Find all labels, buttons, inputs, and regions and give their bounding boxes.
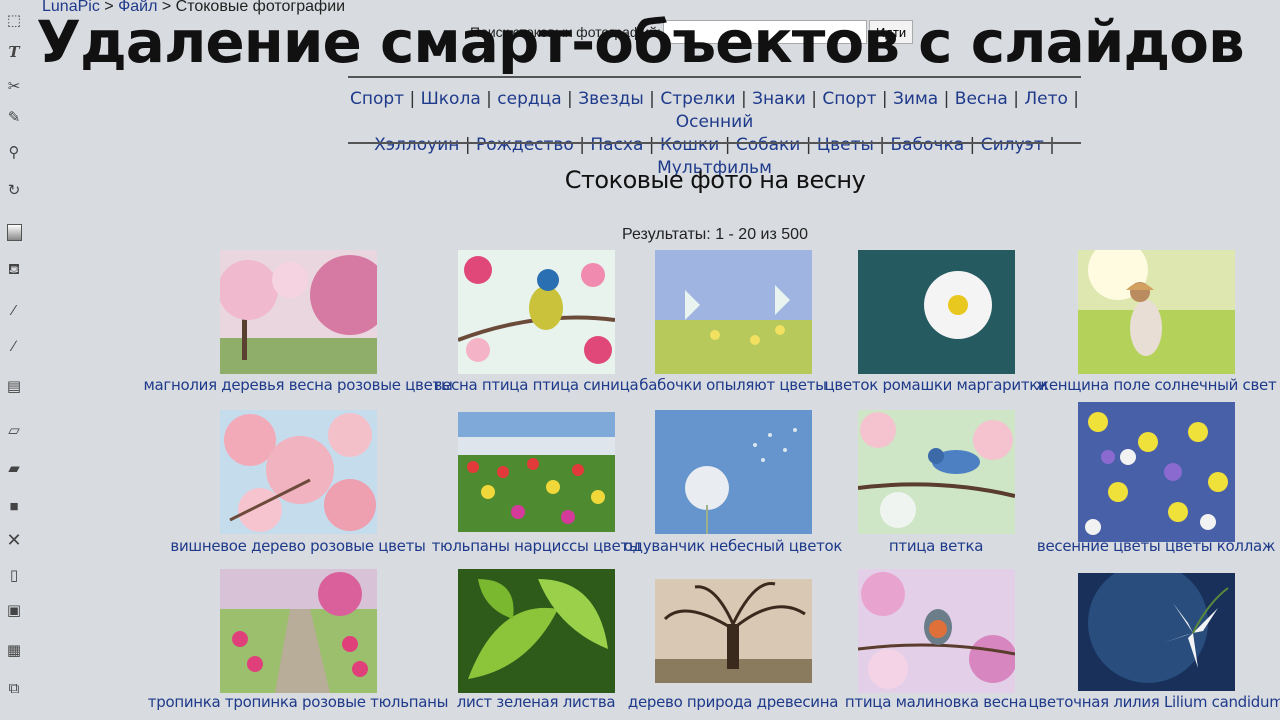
photo-thumbnail[interactable] (220, 250, 377, 374)
photo-caption-link[interactable]: птица малиновка весна (845, 693, 1027, 711)
category-row: Спорт | Школа | сердца | Звезды | Стрелк… (348, 88, 1081, 134)
category-link[interactable]: сердца (497, 89, 561, 109)
category-link[interactable]: Силуэт (981, 135, 1044, 155)
photo-caption-link[interactable]: магнолия деревья весна розовые цветы (144, 376, 453, 394)
photo-thumbnail[interactable] (858, 410, 1015, 534)
photo-thumbnail[interactable] (655, 579, 812, 683)
category-link[interactable]: Хэллоуин (374, 135, 459, 155)
eraser-icon[interactable]: ▱ (4, 420, 24, 440)
photo-caption-link[interactable]: женщина поле солнечный свет (1036, 376, 1277, 394)
results-count: Результаты: 1 - 20 из 500 (622, 226, 808, 243)
layers-icon[interactable]: ▤ (4, 376, 24, 396)
open-folder-icon[interactable]: ▰ (4, 458, 24, 478)
photo-thumbnail[interactable] (1078, 250, 1235, 374)
category-separator: | (873, 135, 891, 155)
photo-caption-link[interactable]: одуванчик небесный цветок (624, 537, 843, 555)
photo-thumbnail[interactable] (458, 412, 615, 532)
photo-thumbnail[interactable] (858, 569, 1015, 693)
photo-caption-link[interactable]: птица ветка (889, 537, 984, 555)
photo-caption-link[interactable]: дерево природа древесина (628, 693, 839, 711)
category-link[interactable]: Спорт (350, 89, 404, 109)
category-link[interactable]: Пасха (590, 135, 643, 155)
category-separator: | (805, 89, 823, 109)
category-separator: | (964, 135, 981, 155)
photo-thumbnail[interactable] (1078, 573, 1235, 691)
left-toolbar: ⬚ T ✂ ✎ ⚲ ↻ ⛾ ⁄ ∕ ▤ ▱ ▰ ■ ✕ ▯ ▣ ▦ ⧉ (0, 0, 28, 720)
category-link[interactable]: Рождество (476, 135, 574, 155)
brush-icon[interactable]: ∕ (4, 336, 24, 356)
photo-caption-link[interactable]: цветок ромашки маргаритки (825, 376, 1048, 394)
category-separator: | (459, 135, 476, 155)
category-separator: | (1043, 135, 1055, 155)
paste-icon[interactable]: ▦ (4, 640, 24, 660)
category-link[interactable]: Собаки (736, 135, 801, 155)
close-icon[interactable]: ✕ (4, 530, 24, 550)
copy-icon[interactable]: ⧉ (4, 678, 24, 698)
photo-thumbnail[interactable] (858, 250, 1015, 374)
photo-thumbnail[interactable] (220, 569, 377, 693)
category-link[interactable]: Бабочка (890, 135, 964, 155)
category-link[interactable]: Весна (955, 89, 1008, 109)
zoom-icon[interactable]: ⚲ (4, 142, 24, 162)
photo-caption-link[interactable]: вишневое дерево розовые цветы (170, 537, 426, 555)
overlay-headline: Удаление смарт-объектов с слайдов (36, 8, 1245, 76)
category-separator: | (876, 89, 894, 109)
photo-thumbnail[interactable] (1078, 402, 1235, 542)
category-separator: | (800, 135, 817, 155)
scissors-icon[interactable]: ✂ (4, 76, 24, 96)
category-link[interactable]: Школа (421, 89, 481, 109)
category-separator: | (573, 135, 591, 155)
photo-caption-link[interactable]: лист зеленая листва (457, 693, 616, 711)
photo-caption-link[interactable]: тропинка тропинка розовые тюльпаны (148, 693, 449, 711)
photo-thumbnail[interactable] (220, 410, 377, 534)
print-icon[interactable]: ▣ (4, 600, 24, 620)
eyedropper-icon[interactable]: ⁄ (4, 300, 24, 320)
new-file-icon[interactable]: ▯ (4, 565, 24, 585)
category-separator: | (1007, 89, 1025, 109)
photo-caption-link[interactable]: тюльпаны нарциссы цветы (432, 537, 641, 555)
pencil-icon[interactable]: ✎ (4, 107, 24, 127)
photo-thumbnail[interactable] (458, 250, 615, 374)
category-separator: | (735, 89, 753, 109)
save-icon[interactable]: ■ (4, 496, 24, 516)
category-separator: | (643, 89, 661, 109)
category-link[interactable]: Осенний (676, 112, 754, 132)
photo-thumbnail[interactable] (458, 569, 615, 693)
category-link[interactable]: Кошки (660, 135, 719, 155)
section-title: Стоковые фото на весну (564, 166, 866, 194)
category-separator: | (719, 135, 736, 155)
divider (348, 142, 1081, 144)
category-separator: | (561, 89, 579, 109)
photo-caption-link[interactable]: цветочная лилия Lilium candidum (1028, 693, 1280, 711)
divider (348, 76, 1081, 78)
category-link[interactable]: Знаки (752, 89, 806, 109)
category-link[interactable]: Звезды (578, 89, 644, 109)
category-separator: | (643, 135, 660, 155)
category-link[interactable]: Цветы (817, 135, 874, 155)
category-separator: | (404, 89, 421, 109)
category-link[interactable]: Спорт (822, 89, 876, 109)
photo-caption-link[interactable]: бабочки опыляют цветы (639, 376, 827, 394)
photo-caption-link[interactable]: весна птица птица синица (434, 376, 639, 394)
category-separator: | (480, 89, 498, 109)
paint-bucket-icon[interactable]: ⛾ (4, 260, 24, 280)
photo-caption-link[interactable]: весенние цветы цветы коллаж (1037, 537, 1275, 555)
category-separator: | (1067, 89, 1080, 109)
photo-thumbnail[interactable] (655, 250, 812, 374)
category-link[interactable]: Зима (893, 89, 938, 109)
category-separator: | (938, 89, 955, 109)
category-link[interactable]: Лето (1024, 89, 1068, 109)
photo-thumbnail[interactable] (655, 410, 812, 534)
category-link[interactable]: Стрелки (660, 89, 735, 109)
